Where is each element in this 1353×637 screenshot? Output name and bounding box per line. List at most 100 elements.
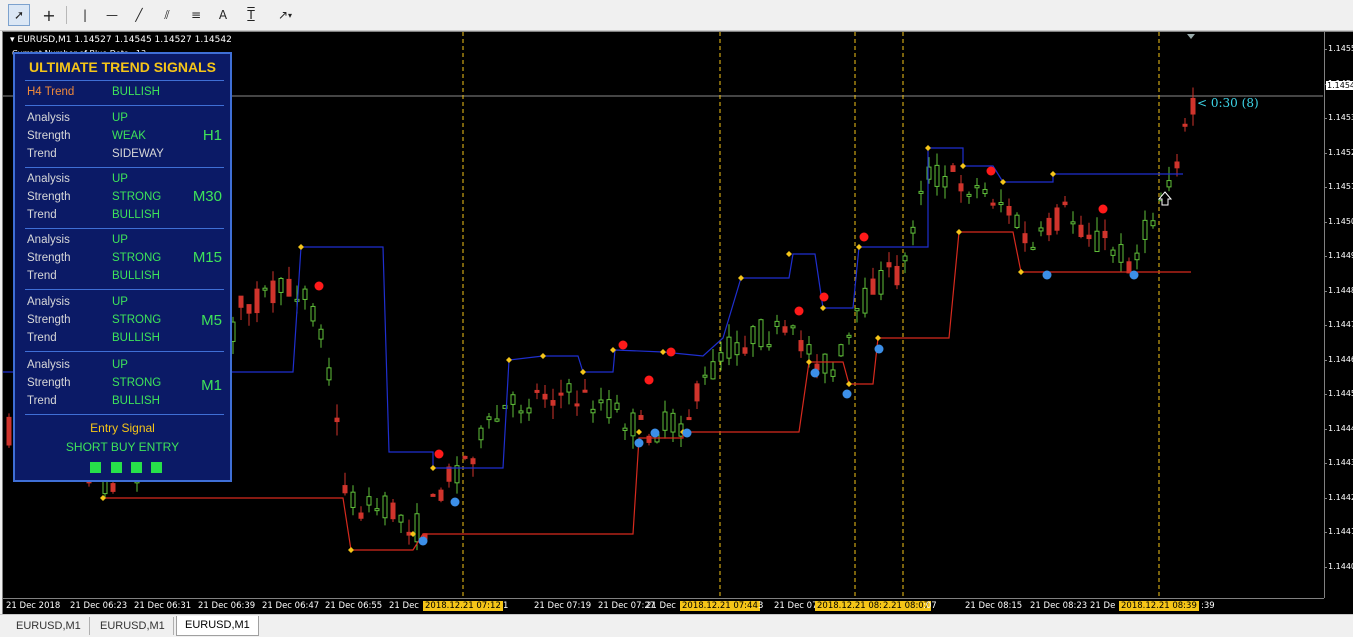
time-tick-label: 21 Dec 2018 (6, 601, 61, 611)
text-label-tool-icon[interactable]: T (240, 4, 262, 26)
trendline-tool-icon[interactable]: ╱ (128, 4, 150, 26)
candle-body (878, 269, 884, 295)
price-tick-label: 1.1455 (1324, 44, 1353, 53)
candle-body (886, 262, 892, 268)
section-row-label: Analysis (27, 234, 70, 246)
candle-body (278, 277, 284, 293)
blue-signal-dot (842, 389, 852, 399)
red-signal-dot (314, 281, 324, 291)
candle-body (1094, 230, 1100, 253)
time-tick-highlight: 2018.12.21 08:39 (1119, 601, 1199, 611)
candle-body (350, 491, 356, 508)
blue-signal-dot (650, 428, 660, 438)
signal-diamond (540, 353, 546, 359)
price-tick-label: 1.1444 (1324, 424, 1353, 433)
tab-eurusd-m1-1[interactable]: EURUSD,M1 (8, 617, 90, 635)
section-row-value: STRONG (112, 377, 162, 389)
panel-title: ULTIMATE TREND SIGNALS (29, 59, 216, 75)
fibonacci-tool-icon[interactable]: ≡ (185, 4, 207, 26)
price-tick-label: 1.1448 (1324, 286, 1353, 295)
candle-body (1174, 161, 1180, 169)
candle-body (342, 485, 348, 494)
price-tick-label: 1.1449 (1324, 251, 1353, 260)
dropdown-caret-icon: ▾ (288, 10, 293, 20)
price-tick-label: 1.1453 (1324, 113, 1353, 122)
candle-body (318, 328, 324, 340)
signal-diamond (636, 429, 642, 435)
crosshair-tool-icon[interactable]: + (38, 4, 60, 26)
candle-body (614, 402, 620, 410)
signal-diamond (846, 381, 852, 387)
candle-body (870, 278, 876, 295)
candle-body (854, 308, 860, 312)
section-row-value: BULLISH (112, 209, 160, 221)
candle-body (846, 334, 852, 338)
signal-square (131, 462, 142, 473)
vertical-line-tool-icon[interactable]: | (74, 4, 96, 26)
entry-signal-value: SHORT BUY ENTRY (65, 440, 180, 454)
candle-body (1078, 224, 1084, 238)
red-signal-dot (666, 347, 676, 357)
section-row-value: WEAK (112, 130, 146, 142)
candle-body (1190, 97, 1196, 115)
candle-body (334, 417, 340, 423)
candle-body (950, 165, 956, 172)
time-tick-label: 21 Dec 06:31 (134, 601, 192, 611)
candle-body (1126, 261, 1132, 274)
candle-body (1102, 230, 1108, 239)
signal-square (111, 462, 122, 473)
candle-body (782, 326, 788, 333)
toolbar-separator (66, 6, 67, 24)
signal-diamond (960, 163, 966, 169)
drawing-toolbar: ➚ + | — ╱ ⫽ ≡ A T ↗ ▾ (0, 0, 1353, 31)
time-tick-label: 21 De (1090, 601, 1116, 611)
candle-body (710, 361, 716, 380)
time-tick-label: :39 (1201, 601, 1215, 611)
candle-body (742, 347, 748, 354)
candle-body (1038, 227, 1044, 232)
signal-square (151, 462, 162, 473)
signal-diamond (925, 145, 931, 151)
blue-signal-dot (1129, 270, 1139, 280)
price-tick-label: 1.1446 (1324, 355, 1353, 364)
timeframe-label: M5 (201, 312, 222, 329)
time-tick-label: 21 Dec 08:23 (1030, 601, 1088, 611)
horizontal-line-tool-icon[interactable]: — (101, 4, 123, 26)
section-row-value: UP (112, 173, 128, 185)
candle-body (766, 344, 772, 348)
chart-window[interactable]: ▾ EURUSD,M1 1.14527 1.14545 1.14527 1.14… (2, 31, 1353, 615)
section-row-label: Trend (27, 270, 57, 282)
price-axis[interactable]: 1.1455 1.1454 1.1453 1.1452 1.1451 1.1450 1.14… (1324, 32, 1353, 598)
candle-body (470, 458, 476, 465)
red-signal-dot (794, 306, 804, 316)
time-tick-label: 21 Dec 06:23 (70, 601, 128, 611)
red-signal-dot (618, 340, 628, 350)
trend-signals-panel: ULTIMATE TREND SIGNALS H4 Trend BULLISH … (13, 52, 232, 482)
signal-diamond (298, 244, 304, 250)
text-tool-icon[interactable]: A (212, 4, 234, 26)
candle-body (718, 352, 724, 362)
candle-body (974, 185, 980, 189)
blue-signal-dot (418, 536, 428, 546)
price-tick-label: 1.1441 (1324, 527, 1353, 536)
collapse-arrow-icon[interactable]: ▾ (10, 35, 15, 45)
candle-body (270, 280, 276, 304)
candle-body (822, 353, 828, 374)
candle-body (558, 392, 564, 396)
candle-body (1030, 246, 1036, 250)
candle-body (862, 287, 868, 314)
cursor-tool-icon[interactable]: ➚ (8, 4, 30, 26)
panel-divider (25, 289, 224, 290)
candle-body (598, 399, 604, 404)
tab-eurusd-m1-3[interactable]: EURUSD,M1 (176, 616, 259, 636)
candle-body (1070, 221, 1076, 225)
arrows-tool-icon[interactable]: ↗ ▾ (270, 4, 300, 26)
candle-body (1054, 207, 1060, 231)
candle-body (694, 383, 700, 402)
tab-eurusd-m1-2[interactable]: EURUSD,M1 (92, 617, 174, 635)
equidistant-channel-tool-icon[interactable]: ⫽ (156, 4, 178, 26)
time-tick-label: 21 Dec 07 (774, 601, 818, 611)
section-row-label: Strength (27, 377, 71, 389)
current-price-label: 1.1454 (1326, 81, 1353, 90)
candle-body (1142, 219, 1148, 240)
